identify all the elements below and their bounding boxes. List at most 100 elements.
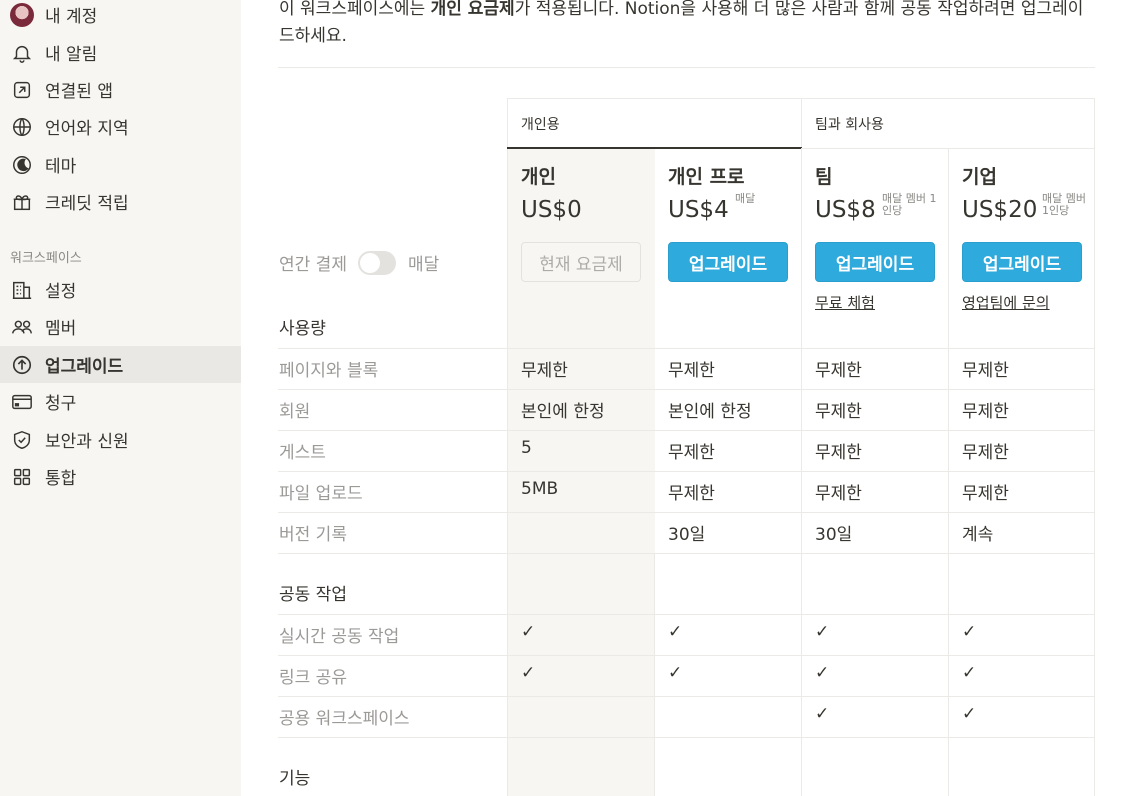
upgrade-button[interactable]: 업그레이드 — [962, 242, 1082, 282]
sidebar-item-label: 연결된 앱 — [45, 82, 113, 102]
plan-name: 팀 — [815, 166, 833, 188]
grid-icon — [10, 465, 34, 489]
sidebar-section-workspace: 워크스페이스 — [10, 251, 82, 266]
feature-value: 무제한 — [668, 361, 715, 381]
intro-text-plan: 개인 요금제 — [430, 0, 515, 19]
sidebar-item-sidebar-workspace-1[interactable]: 멤버 — [0, 308, 241, 345]
sidebar-item-sidebar-workspace-5[interactable]: 통합 — [0, 458, 241, 495]
billing-annual-label: 연간 결제 — [279, 255, 347, 275]
check-icon: ✓ — [962, 622, 977, 642]
avatar — [10, 2, 34, 27]
row-divider — [278, 655, 1095, 656]
feature-value: 30일 — [815, 525, 853, 545]
contact-sales-link[interactable]: 영업팀에 문의 — [962, 292, 1050, 313]
check-icon: ✓ — [962, 663, 977, 683]
row-divider — [278, 348, 1095, 349]
check-icon: ✓ — [668, 663, 683, 683]
row-divider — [278, 430, 1095, 431]
row-divider — [278, 512, 1095, 513]
column-divider — [1094, 98, 1095, 796]
upgrade-button[interactable]: 업그레이드 — [815, 242, 935, 282]
plan-intro-text: 이 워크스페이스에는 개인 요금제가 적용됩니다. Notion을 사용해 더 … — [279, 0, 1099, 50]
feature-value: 무제한 — [962, 443, 1009, 463]
free-trial-link[interactable]: 무료 체험 — [815, 292, 875, 313]
sidebar-item-label: 업그레이드 — [45, 357, 124, 377]
group-label-team: 팀과 회사용 — [815, 117, 884, 133]
plan-price: US$4 — [668, 197, 729, 223]
bell-icon — [10, 41, 34, 65]
check-icon: ✓ — [815, 704, 830, 724]
sidebar-item-sidebar-account-4[interactable]: 테마 — [0, 146, 241, 183]
feature-value: 5MB — [521, 479, 559, 499]
sidebar-item-sidebar-workspace-0[interactable]: 설정 — [0, 271, 241, 308]
check-icon: ✓ — [962, 704, 977, 724]
current-plan-button: 현재 요금제 — [521, 242, 641, 282]
row-divider — [278, 389, 1095, 390]
sidebar-item-sidebar-account-0[interactable]: 내 계정 — [0, 0, 241, 33]
billing-monthly-label: 매달 — [407, 255, 440, 275]
gift-icon — [10, 190, 34, 214]
sidebar-item-sidebar-account-3[interactable]: 언어와 지역 — [0, 108, 241, 145]
group-label-personal: 개인용 — [521, 117, 560, 133]
sidebar-item-label: 설정 — [45, 282, 77, 302]
section-title: 사용량 — [279, 319, 326, 339]
feature-value: 무제한 — [962, 361, 1009, 381]
feature-label: 링크 공유 — [279, 668, 347, 688]
check-icon: ✓ — [521, 663, 536, 683]
settings-sidebar: 워크스페이스 내 계정내 알림연결된 앱언어와 지역테마크레딧 적립설정멤버업그… — [0, 0, 241, 796]
check-icon: ✓ — [815, 622, 830, 642]
row-divider — [278, 614, 1095, 615]
sidebar-item-label: 청구 — [45, 394, 77, 414]
group-underline-personal — [507, 147, 802, 149]
feature-value: 본인에 한정 — [668, 402, 752, 422]
sidebar-item-sidebar-workspace-4[interactable]: 보안과 신원 — [0, 421, 241, 458]
feature-value: 무제한 — [815, 361, 862, 381]
row-divider — [278, 471, 1095, 472]
feature-value: 5 — [521, 438, 532, 458]
shield-icon — [10, 428, 34, 452]
feature-value: 무제한 — [521, 361, 568, 381]
row-divider — [278, 553, 1095, 554]
feature-label: 회원 — [279, 402, 311, 422]
plan-price: US$0 — [521, 197, 582, 223]
moon-icon — [10, 153, 34, 177]
column-divider — [654, 554, 655, 796]
sidebar-item-sidebar-account-1[interactable]: 내 알림 — [0, 34, 241, 71]
sidebar-item-sidebar-account-5[interactable]: 크레딧 적립 — [0, 183, 241, 220]
plan-price-unit: 매달 — [735, 192, 756, 205]
plan-name: 개인 프로 — [668, 166, 745, 188]
feature-value: 무제한 — [668, 443, 715, 463]
feature-label: 게스트 — [279, 443, 326, 463]
sidebar-item-label: 크레딧 적립 — [45, 194, 129, 214]
header-top-border — [507, 98, 1095, 99]
feature-value: 무제한 — [962, 402, 1009, 422]
feature-label: 페이지와 블록 — [279, 361, 379, 381]
feature-value: 30일 — [668, 525, 706, 545]
sidebar-item-label: 보안과 신원 — [45, 432, 129, 452]
column-divider — [948, 148, 949, 796]
globe-icon — [10, 115, 34, 139]
upgrade-button[interactable]: 업그레이드 — [668, 242, 788, 282]
sidebar-item-label: 언어와 지역 — [45, 119, 129, 139]
sidebar-item-sidebar-workspace-3[interactable]: 청구 — [0, 383, 241, 420]
billing-period-toggle[interactable] — [357, 250, 396, 275]
sidebar-item-sidebar-workspace-2[interactable]: 업그레이드 — [0, 346, 241, 383]
upgrade-icon — [10, 353, 34, 377]
billing-period-toggle-group: 연간 결제 매달 — [279, 250, 439, 275]
sidebar-item-label: 내 알림 — [45, 45, 98, 65]
feature-value: 무제한 — [962, 484, 1009, 504]
sidebar-item-sidebar-account-2[interactable]: 연결된 앱 — [0, 71, 241, 108]
sidebar-item-label: 멤버 — [45, 319, 77, 339]
row-divider — [278, 696, 1095, 697]
feature-value: 계속 — [962, 525, 994, 545]
feature-value: 무제한 — [668, 484, 715, 504]
group-underline-team — [801, 148, 1095, 149]
column-divider — [507, 98, 508, 796]
intro-text-pre: 이 워크스페이스에는 — [279, 0, 431, 19]
feature-label: 버전 기록 — [279, 525, 347, 545]
building-icon — [10, 278, 34, 302]
sidebar-item-label: 통합 — [45, 469, 77, 489]
external-link-icon — [10, 78, 34, 102]
feature-value: 무제한 — [815, 443, 862, 463]
feature-label: 공용 워크스페이스 — [279, 709, 410, 729]
